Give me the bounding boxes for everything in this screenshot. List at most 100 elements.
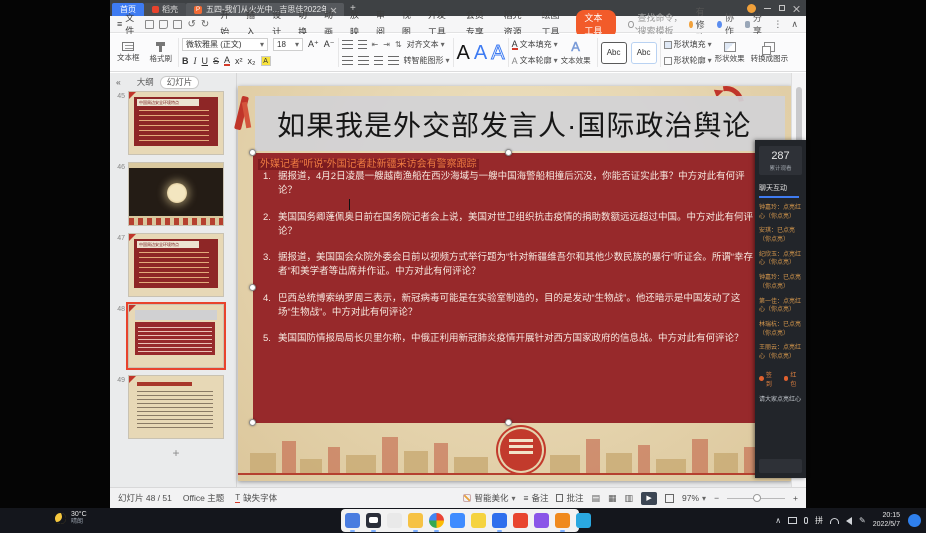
font-size-select[interactable]: 18▾ — [273, 38, 303, 51]
app-icon-document[interactable] — [387, 513, 402, 528]
app-icon-chat[interactable] — [366, 513, 381, 528]
justify-icon[interactable] — [388, 56, 399, 65]
print-icon[interactable] — [173, 20, 182, 29]
text-preset-blue[interactable]: A — [474, 43, 487, 63]
slide-body-textbox[interactable]: 外媒记者“听说”外国记者赴新疆采访会有警察跟踪 1.据报道，4月2日凌晨一艘越南… — [253, 153, 765, 423]
shape-style-preset-2[interactable]: Abc — [631, 42, 657, 64]
slide-48[interactable]: 如果我是外交部发言人·国际政治舆论 外媒记者“听说”外国记者赴新疆采访会有警察跟… — [238, 86, 792, 481]
app-icon-blue[interactable] — [345, 513, 360, 528]
convert-diagram-button[interactable]: 转换成图示 — [748, 36, 792, 69]
font-color-button[interactable]: A — [224, 56, 230, 66]
align-text-button[interactable]: 对齐文本▾ — [407, 39, 445, 50]
decrease-font-button[interactable]: A⁻ — [324, 39, 335, 50]
slide-thumbnail-46[interactable]: 46 — [114, 162, 236, 226]
align-right-icon[interactable] — [374, 56, 383, 65]
app-icon-orange[interactable] — [555, 513, 570, 528]
increase-indent-icon[interactable]: ⇥ — [383, 40, 390, 49]
wifi-icon[interactable] — [830, 518, 839, 524]
superscript-button[interactable]: x² — [235, 56, 243, 66]
shape-fill-button[interactable]: 形状填充▾ — [664, 39, 712, 50]
save-icon[interactable] — [145, 20, 154, 29]
selection-handle[interactable] — [249, 149, 256, 156]
red-packet-button[interactable]: 红包 — [784, 370, 803, 388]
selection-handle[interactable] — [505, 149, 512, 156]
microphone-tray-icon[interactable] — [804, 517, 808, 524]
app-icon-browser[interactable] — [429, 513, 444, 528]
slide-thumbnail-48-current[interactable]: 48 — [114, 304, 236, 368]
app-icon-yellow[interactable] — [471, 513, 486, 528]
slide-thumbnail-49[interactable]: 49 — [114, 375, 236, 439]
comments-button[interactable]: 批注 — [556, 492, 583, 504]
selection-handle[interactable] — [249, 419, 256, 426]
insert-textbox-button[interactable]: 文本框 — [114, 42, 143, 63]
zoom-in-button[interactable]: + — [793, 493, 798, 503]
zoom-slider-knob[interactable] — [753, 494, 761, 502]
app-icon-blue2[interactable] — [450, 513, 465, 528]
text-preset-outline[interactable]: A — [491, 43, 504, 63]
tab-docer[interactable]: 稻壳 — [144, 3, 186, 16]
to-smart-graphic-button[interactable]: 转智能图形▾ — [404, 55, 450, 66]
collapse-ribbon-icon[interactable]: ∧ — [791, 19, 798, 30]
collapse-panel-icon[interactable]: « — [116, 77, 121, 87]
output-icon[interactable] — [159, 20, 168, 29]
play-slideshow-button[interactable]: ▶ — [641, 492, 657, 505]
redo-icon[interactable]: ↻ — [201, 19, 209, 30]
highlight-button[interactable]: A — [261, 56, 271, 66]
app-icon-purple[interactable] — [534, 513, 549, 528]
text-preset-black[interactable]: A — [457, 43, 470, 63]
increase-font-button[interactable]: A⁺ — [308, 39, 319, 50]
selection-handle[interactable] — [249, 284, 256, 291]
text-fill-button[interactable]: A文本填充▾ — [512, 39, 558, 50]
format-painter-button[interactable]: 格式刷 — [147, 42, 176, 64]
theme-name[interactable]: Office 主题 — [183, 492, 224, 504]
subscript-button[interactable]: x₂ — [248, 56, 256, 66]
input-method-indicator[interactable]: 拼 — [815, 515, 823, 526]
slide-sorter-button[interactable]: ▦ — [608, 493, 617, 504]
volume-icon[interactable] — [846, 517, 852, 525]
text-outline-button[interactable]: A文本轮廓▾ — [512, 55, 558, 66]
bullet-list-icon[interactable] — [342, 40, 353, 49]
notes-button[interactable]: ≡备注 — [523, 492, 548, 504]
tray-expand-icon[interactable]: ∧ — [775, 516, 781, 525]
notification-badge[interactable] — [908, 514, 921, 527]
more-icon[interactable]: ⋮ — [773, 19, 782, 30]
fit-window-button[interactable] — [665, 494, 674, 503]
zoom-out-button[interactable]: − — [714, 493, 719, 503]
shape-style-preset-1[interactable]: Abc — [601, 42, 627, 64]
slide-title-textbox[interactable]: 如果我是外交部发言人·国际政治舆论 — [255, 96, 785, 151]
shape-effect-button[interactable]: 形状效果 — [712, 36, 748, 69]
weather-widget[interactable]: 30°C 晴朗 — [55, 511, 87, 525]
slide-thumbnail-45[interactable]: 45 中国周边安全环境特点 — [114, 91, 236, 155]
slide-thumbnail-47[interactable]: 47 中国周边安全环境特点 — [114, 233, 236, 297]
bold-button[interactable]: B — [182, 56, 189, 66]
zoom-level[interactable]: 97%▾ — [682, 493, 706, 503]
strikethrough-button[interactable]: S — [213, 56, 219, 66]
align-center-icon[interactable] — [358, 56, 369, 65]
chat-tab[interactable]: 聊天互动 — [755, 179, 806, 196]
line-spacing-icon[interactable]: ⇅ — [395, 40, 402, 49]
app-icon-folder[interactable] — [408, 513, 423, 528]
smart-beautify-button[interactable]: 智能美化▾ — [463, 492, 515, 504]
reading-view-button[interactable]: ▥ — [625, 493, 634, 504]
selection-handle[interactable] — [505, 419, 512, 426]
clock[interactable]: 20:15 2022/5/7 — [873, 512, 900, 528]
tab-outline[interactable]: 大纲 — [137, 76, 154, 88]
shape-outline-button[interactable]: 形状轮廓▾ — [664, 55, 712, 66]
add-slide-button[interactable]: + — [128, 446, 224, 460]
chat-input[interactable] — [759, 459, 802, 473]
align-left-icon[interactable] — [342, 56, 353, 65]
display-tray-icon[interactable] — [788, 517, 797, 524]
tab-slides-active[interactable]: 幻灯片 — [160, 76, 200, 89]
underline-button[interactable]: U — [202, 56, 209, 66]
font-name-select[interactable]: 微软雅黑 (正文)▾ — [182, 38, 268, 51]
sign-in-button[interactable]: 签到 — [759, 370, 778, 388]
undo-icon[interactable]: ↺ — [187, 19, 195, 30]
pen-tray-icon[interactable]: ✎ — [859, 516, 866, 525]
normal-view-button[interactable]: ▤ — [591, 493, 600, 504]
app-icon-teal[interactable] — [576, 513, 591, 528]
zoom-slider[interactable] — [727, 498, 785, 499]
missing-font-warning[interactable]: T缺失字体 — [235, 492, 277, 504]
italic-button[interactable]: I — [194, 56, 197, 66]
text-effect-button[interactable]: A文本效果 — [558, 36, 594, 69]
decrease-indent-icon[interactable]: ⇤ — [372, 40, 379, 49]
